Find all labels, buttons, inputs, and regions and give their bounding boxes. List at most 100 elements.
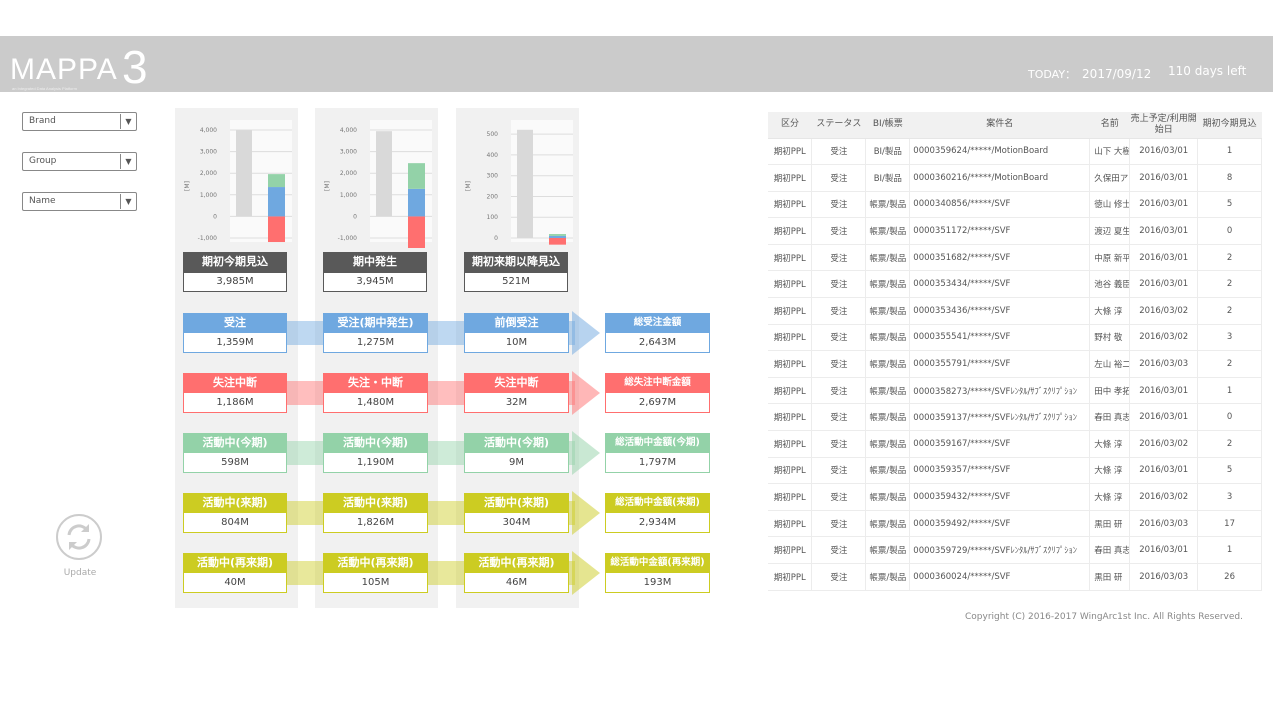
column-header[interactable]: 区分 [768, 112, 812, 139]
table-cell: 帳票/製品 [865, 483, 911, 511]
table-row[interactable]: 期初PPL 受注 帳票/製品 0000359492/*****/SVF 黒田 研 2016… [768, 510, 1262, 538]
table-row[interactable]: 期初PPL 受注 帳票/製品 0000359729/*****/SVFﾚﾝﾀﾙ/ｻﾌﾞ… [768, 536, 1262, 564]
table-cell: 帳票/製品 [865, 457, 911, 485]
days-left: 110 days left [1168, 64, 1247, 78]
panel-value: 3,945M [323, 272, 427, 292]
table-cell: 0000359624/*****/MotionBoard [909, 138, 1091, 166]
flow-connector [287, 501, 323, 525]
table-cell: 帳票/製品 [865, 563, 911, 591]
table-row[interactable]: 期初PPL 受注 帳票/製品 0000355541/*****/SVF 野村 敬 2016… [768, 324, 1262, 352]
flow-box-label: 総活動中金額(再来期) [605, 553, 710, 573]
table-cell: 2016/03/03 [1129, 563, 1199, 591]
column-header[interactable]: ステータス [811, 112, 866, 139]
flow-connector [287, 561, 323, 585]
flow-box-value: 1,275M [323, 333, 428, 353]
table-cell: 受注 [811, 138, 867, 166]
table-cell: BI/製品 [865, 138, 911, 166]
table-row[interactable]: 期初PPL 受注 BI/製品 0000360216/*****/MotionBoard… [768, 164, 1262, 192]
table-cell: 大條 淳 [1089, 457, 1131, 485]
flow-box-value: 40M [183, 573, 287, 593]
total-bar [517, 129, 533, 238]
table-cell: 1 [1197, 377, 1262, 405]
table-cell: 0000358273/*****/SVFﾚﾝﾀﾙ/ｻﾌﾞｽｸﾘﾌﾟｼｮﾝ [909, 377, 1091, 405]
today-date: TODAY： 2017/09/12 [1028, 67, 1152, 81]
table-cell: 5 [1197, 457, 1262, 485]
column-header[interactable]: 名前 [1089, 112, 1130, 139]
table-row[interactable]: 期初PPL 受注 帳票/製品 0000340856/*****/SVF 徳山 修士 201… [768, 191, 1262, 219]
table-cell: 期初PPL [768, 270, 813, 299]
name-select[interactable]: Name ▼ [22, 192, 137, 211]
table-row[interactable]: 期初PPL 受注 帳票/製品 0000355791/*****/SVF 左山 裕二 201… [768, 350, 1262, 378]
order-segment [549, 235, 566, 238]
table-row[interactable]: 期初PPL 受注 帳票/製品 0000359167/*****/SVF 大條 淳 2016… [768, 430, 1262, 458]
table-cell: 2 [1197, 244, 1262, 272]
flow-box-value: 10M [464, 333, 569, 353]
table-cell: 帳票/製品 [865, 270, 911, 299]
group-select[interactable]: Group ▼ [22, 152, 137, 171]
tick-label: 0 [353, 213, 357, 220]
tick-label: 100 [487, 214, 499, 221]
table-cell: 2016/03/01 [1129, 536, 1199, 564]
active-segment [268, 174, 285, 188]
table-cell: 2 [1197, 350, 1262, 378]
table-cell: 受注 [811, 563, 867, 591]
table-row[interactable]: 期初PPL 受注 帳票/製品 0000359432/*****/SVF 大條 淳 2016… [768, 483, 1262, 511]
flow-box-label: 活動中(今期) [464, 433, 569, 453]
table-cell: 帳票/製品 [865, 324, 911, 352]
table-cell: 0000353434/*****/SVF [909, 270, 1091, 299]
panel-value: 3,985M [183, 272, 287, 292]
order-segment [268, 187, 285, 217]
table-cell: 田中 孝拓 [1089, 377, 1131, 405]
tick-label: 1,000 [200, 192, 217, 199]
flow-arrow-icon [572, 371, 600, 415]
flow-box-label: 失注中断 [464, 373, 569, 393]
table-cell: 期初PPL [768, 563, 813, 591]
flow-box-value: 1,190M [323, 453, 428, 473]
table-cell: 帳票/製品 [865, 430, 911, 458]
column-header[interactable]: 売上予定/利用開始日 [1129, 112, 1198, 139]
table-cell: 0000351172/*****/SVF [909, 217, 1091, 245]
table-row[interactable]: 期初PPL 受注 帳票/製品 0000353436/*****/SVF 大條 淳 2016… [768, 297, 1262, 325]
flow-box-value: 105M [323, 573, 428, 593]
table-row[interactable]: 期初PPL 受注 帳票/製品 0000360024/*****/SVF 黒田 研 2016… [768, 563, 1262, 591]
table-cell: 池谷 義臣 [1089, 270, 1131, 299]
flow-box-value: 46M [464, 573, 569, 593]
table-cell: 0000360216/*****/MotionBoard [909, 164, 1091, 192]
table-cell: 0000359432/*****/SVF [909, 483, 1091, 511]
column-header[interactable]: 期初今期見込 [1197, 112, 1262, 139]
table-row[interactable]: 期初PPL 受注 帳票/製品 0000353434/*****/SVF 池谷 義臣 201… [768, 270, 1262, 299]
flow-box-label: 活動中(来期) [183, 493, 287, 513]
table-cell: 2016/03/01 [1129, 403, 1199, 432]
table-cell: 春田 真志 [1089, 536, 1131, 564]
lost-segment [549, 238, 566, 245]
app-header: MAPPA 3 an Integrated Data Analysis Plat… [0, 36, 1273, 93]
table-cell: 0000351682/*****/SVF [909, 244, 1091, 272]
table-cell: 期初PPL [768, 164, 813, 192]
flow-connector [428, 441, 464, 465]
table-cell: 2016/03/03 [1129, 510, 1199, 538]
chevron-down-icon: ▼ [120, 114, 136, 129]
table-cell: 期初PPL [768, 377, 813, 405]
flow-box-value: 598M [183, 453, 287, 473]
total-bar [376, 131, 392, 217]
flow-box-label: 失注・中断 [323, 373, 428, 393]
table-row[interactable]: 期初PPL 受注 帳票/製品 0000359137/*****/SVFﾚﾝﾀﾙ/ｻﾌﾞ… [768, 403, 1262, 432]
table-row[interactable]: 期初PPL 受注 BI/製品 0000359624/*****/MotionBoard… [768, 138, 1262, 166]
table-cell: 野村 敬 [1089, 324, 1131, 352]
table-row[interactable]: 期初PPL 受注 帳票/製品 0000351682/*****/SVF 中原 新平 201… [768, 244, 1262, 272]
update-button[interactable]: Update [56, 514, 104, 578]
table-cell: 2016/03/02 [1129, 297, 1199, 325]
table-cell: 帳票/製品 [865, 350, 911, 378]
table-row[interactable]: 期初PPL 受注 帳票/製品 0000351172/*****/SVF 渡辺 夏生 201… [768, 217, 1262, 245]
table-cell: 0000359729/*****/SVFﾚﾝﾀﾙ/ｻﾌﾞｽｸﾘﾌﾟｼｮﾝ [909, 536, 1091, 564]
column-header[interactable]: BI/帳票 [865, 112, 910, 139]
refresh-icon [56, 514, 102, 560]
table-cell: 17 [1197, 510, 1262, 538]
brand-select[interactable]: Brand ▼ [22, 112, 137, 131]
table-cell: 2016/03/03 [1129, 350, 1199, 378]
table-cell: 期初PPL [768, 138, 813, 166]
table-row[interactable]: 期初PPL 受注 帳票/製品 0000358273/*****/SVFﾚﾝﾀﾙ/ｻﾌﾞ… [768, 377, 1262, 405]
table-row[interactable]: 期初PPL 受注 帳票/製品 0000359357/*****/SVF 大條 淳 2016… [768, 457, 1262, 485]
table-cell: 期初PPL [768, 403, 813, 432]
column-header[interactable]: 案件名 [909, 112, 1090, 139]
